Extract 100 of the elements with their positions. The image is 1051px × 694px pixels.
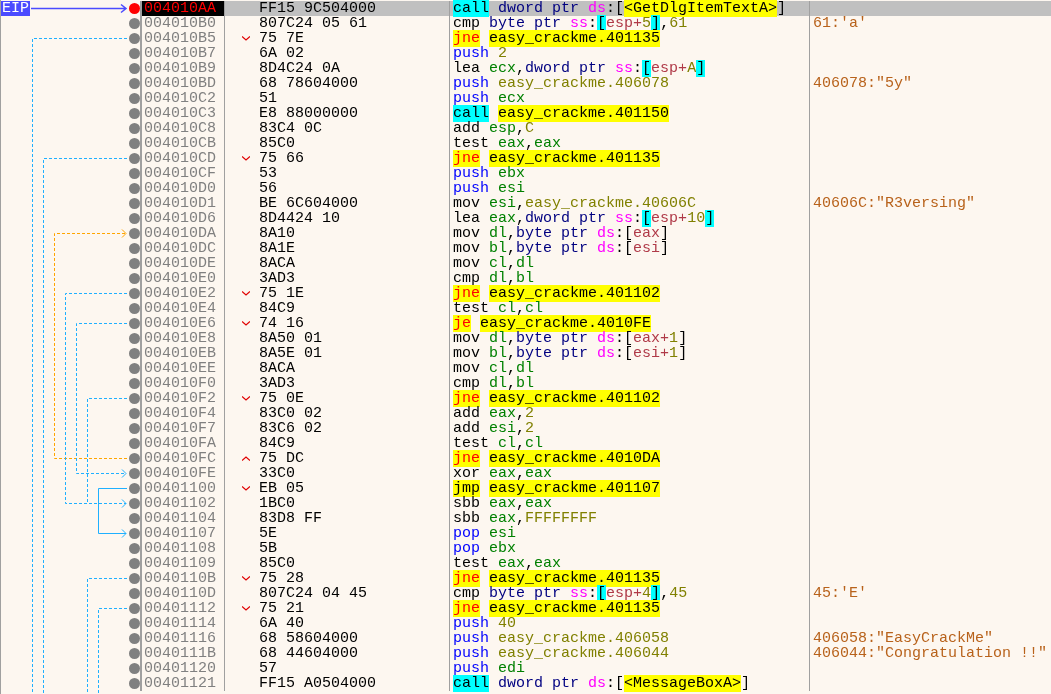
breakpoint-dot[interactable] [128, 498, 140, 509]
breakpoint-dot[interactable] [128, 543, 140, 554]
address-cell: 004010FE [140, 466, 225, 481]
breakpoint-dot[interactable] [128, 108, 140, 119]
breakpoint-dot[interactable] [128, 423, 140, 434]
breakpoint-dot[interactable] [128, 318, 140, 329]
bytes-cell: 807C24 04 45 [225, 586, 450, 601]
breakpoint-dot[interactable] [128, 678, 140, 689]
address-cell: 00401120 [140, 661, 225, 676]
bytes-cell: 8A5E 01 [225, 346, 450, 361]
breakpoint-dot[interactable] [128, 663, 140, 674]
bytes-cell: 56 [225, 181, 450, 196]
breakpoint-dot[interactable] [128, 213, 140, 224]
breakpoint-dot[interactable] [128, 243, 140, 254]
breakpoint-dot[interactable] [128, 528, 140, 539]
bytes-cell: BE 6C604000 [225, 196, 450, 211]
instruction-cell: pop esi [450, 526, 810, 541]
comment-cell-text: 406078:"5y" [812, 76, 914, 91]
breakpoint-dot[interactable] [128, 558, 140, 569]
breakpoint-dot[interactable] [128, 588, 140, 599]
breakpoint-dot[interactable] [128, 483, 140, 494]
address-cell: 00401102 [140, 496, 225, 511]
breakpoint-dot[interactable] [128, 393, 140, 404]
breakpoint-dot[interactable] [128, 228, 140, 239]
address-cell: 004010BD [140, 76, 225, 91]
address-cell: 004010CD [140, 151, 225, 166]
breakpoint-dot[interactable] [128, 648, 140, 659]
instruction-cell: add esp,C [450, 121, 810, 136]
breakpoint-dot[interactable] [128, 273, 140, 284]
address-cell: 004010B0 [140, 16, 225, 31]
address-cell: 004010C8 [140, 121, 225, 136]
breakpoint-dot[interactable] [128, 468, 140, 479]
bytes-cell: 84C9 [225, 436, 450, 451]
chevron-down-icon [242, 36, 250, 41]
breakpoint-dot[interactable] [128, 513, 140, 524]
breakpoint-dot[interactable] [128, 18, 140, 29]
breakpoint-dot[interactable] [128, 93, 140, 104]
bytes-cell: 3AD3 [225, 376, 450, 391]
breakpoint-dot[interactable] [128, 138, 140, 149]
bytes-cell: EB 05 [225, 481, 450, 496]
instruction-cell: mov dl,byte ptr ds:[eax+1] [450, 331, 810, 346]
breakpoint-dot[interactable] [128, 453, 140, 464]
breakpoint-dot[interactable] [128, 408, 140, 419]
breakpoint-dot[interactable] [128, 633, 140, 644]
bytes-cell: 8D4C24 0A [225, 61, 450, 76]
instruction-cell: push ebx [450, 166, 810, 181]
breakpoint-dot[interactable] [128, 48, 140, 59]
breakpoint-dot[interactable] [128, 363, 140, 374]
address-cell: 00401109 [140, 556, 225, 571]
address-cell: 004010EE [140, 361, 225, 376]
bytes-cell: 8D4424 10 [225, 211, 450, 226]
bytes-cell: 83C6 02 [225, 421, 450, 436]
breakpoint-dot[interactable] [128, 33, 140, 44]
instruction-cell: mov cl,dl [450, 256, 810, 271]
breakpoint-dot[interactable] [128, 63, 140, 74]
breakpoint-dot[interactable] [128, 258, 140, 269]
bytes-cell: 75 21 [225, 601, 450, 616]
address-cell: 00401108 [140, 541, 225, 556]
breakpoint-dot[interactable] [128, 348, 140, 359]
address-cell: 004010E4 [140, 301, 225, 316]
chevron-down-icon [242, 606, 250, 611]
breakpoint-dot[interactable] [128, 198, 140, 209]
breakpoint-dot[interactable] [128, 438, 140, 449]
breakpoint-dot[interactable] [128, 603, 140, 614]
breakpoint-dot[interactable] [128, 288, 140, 299]
instruction-cell: jne easy_crackme.401135 [450, 151, 810, 166]
breakpoint-dot[interactable] [128, 618, 140, 629]
breakpoint-dot[interactable] [128, 183, 140, 194]
address-cell: 004010D1 [140, 196, 225, 211]
address-cell: 004010F2 [140, 391, 225, 406]
breakpoint-dot[interactable] [128, 3, 140, 14]
breakpoint-dot[interactable] [128, 333, 140, 344]
instruction-cell: push easy_crackme.406058 [450, 631, 810, 646]
chevron-down-icon [242, 396, 250, 401]
chevron-up-icon [242, 456, 250, 461]
address-cell: 004010B7 [140, 46, 225, 61]
bytes-cell: 8ACA [225, 256, 450, 271]
bytes-cell: 8A1E [225, 241, 450, 256]
instruction-cell: call dword ptr ds:[<MessageBoxA>] [450, 676, 810, 691]
instruction-cell: mov cl,dl [450, 361, 810, 376]
bytes-cell: 68 78604000 [225, 76, 450, 91]
address-cell: 00401114 [140, 616, 225, 631]
breakpoint-dot[interactable] [128, 573, 140, 584]
breakpoint-dot[interactable] [128, 153, 140, 164]
bytes-cell: 51 [225, 91, 450, 106]
comment-cell-text: 45:'E' [812, 586, 868, 601]
breakpoint-dot[interactable] [128, 123, 140, 134]
breakpoint-dot[interactable] [128, 168, 140, 179]
breakpoint-dot[interactable] [128, 78, 140, 89]
address-cell: 004010E6 [140, 316, 225, 331]
address-cell: 004010D0 [140, 181, 225, 196]
bytes-cell: FF15 A0504000 [225, 676, 450, 691]
address-cell: 004010B5 [140, 31, 225, 46]
instruction-cell: je easy_crackme.4010FE [450, 316, 810, 331]
bytes-cell: E8 88000000 [225, 106, 450, 121]
breakpoint-dot[interactable] [128, 378, 140, 389]
breakpoint-dot[interactable] [128, 303, 140, 314]
instruction-cell: add esi,2 [450, 421, 810, 436]
bytes-cell: 75 1E [225, 286, 450, 301]
address-cell: 004010E0 [140, 271, 225, 286]
